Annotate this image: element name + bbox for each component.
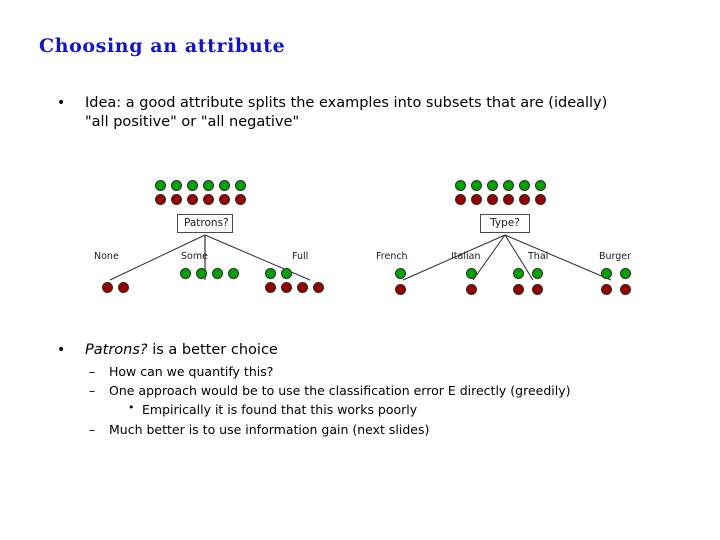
example-negative — [487, 194, 498, 205]
example-negative — [466, 284, 477, 295]
example-positive — [180, 268, 191, 279]
slide-canvas: Choosing an attribute • Idea: a good att… — [0, 0, 720, 540]
sub-bullet-quantify: – How can we quantify this? — [89, 364, 273, 379]
bullet-marker-icon: • — [128, 401, 135, 414]
example-positive — [455, 180, 466, 191]
example-negative — [265, 282, 276, 293]
example-negative — [171, 194, 182, 205]
example-positive — [532, 268, 543, 279]
example-negative — [455, 194, 466, 205]
example-negative — [281, 282, 292, 293]
bullet-marker-icon: • — [57, 342, 66, 358]
example-negative — [235, 194, 246, 205]
sub-bullet-text: How can we quantify this? — [109, 364, 274, 379]
dash-marker-icon: – — [89, 422, 96, 437]
example-negative — [219, 194, 230, 205]
example-negative — [155, 194, 166, 205]
example-positive — [503, 180, 514, 191]
bullet-idea: • Idea: a good attribute splits the exam… — [57, 94, 617, 132]
branch-label-french: French — [376, 251, 408, 262]
sub-bullet-text: Much better is to use information gain (… — [109, 422, 430, 437]
dash-marker-icon: – — [89, 383, 96, 398]
tree-node-type[interactable]: Type? — [480, 214, 530, 233]
example-positive — [601, 268, 612, 279]
example-positive — [535, 180, 546, 191]
example-positive — [228, 268, 239, 279]
branch-label-italian: Italian — [451, 251, 481, 262]
bullet-conclusion-text: Patrons? is a better choice — [85, 341, 617, 360]
emphasis-patrons: Patrons? — [85, 342, 148, 358]
example-negative — [535, 194, 546, 205]
example-positive — [235, 180, 246, 191]
example-negative — [102, 282, 113, 293]
decision-tree-type: Type? French Italian Thai Burger — [368, 168, 658, 303]
example-negative — [601, 284, 612, 295]
example-negative — [519, 194, 530, 205]
sub-sub-bullet-text: Empirically it is found that this works … — [142, 402, 418, 417]
example-negative — [471, 194, 482, 205]
bullet-idea-text: Idea: a good attribute splits the exampl… — [85, 95, 608, 130]
example-positive — [203, 180, 214, 191]
example-negative — [503, 194, 514, 205]
dash-marker-icon: – — [89, 364, 96, 379]
branch-label-full: Full — [292, 251, 309, 262]
sub-bullet-information-gain: – Much better is to use information gain… — [89, 422, 429, 437]
sub-bullet-classification-error: – One approach would be to use the class… — [89, 383, 571, 398]
example-negative — [297, 282, 308, 293]
bullet-marker-icon: • — [57, 95, 66, 111]
example-negative — [620, 284, 631, 295]
bullet-conclusion: • Patrons? is a better choice — [57, 341, 617, 360]
example-positive — [487, 180, 498, 191]
sub-sub-bullet-empirically: • Empirically it is found that this work… — [128, 401, 418, 417]
example-positive — [281, 268, 292, 279]
example-positive — [471, 180, 482, 191]
example-positive — [519, 180, 530, 191]
example-positive — [171, 180, 182, 191]
example-positive — [466, 268, 477, 279]
example-negative — [187, 194, 198, 205]
example-negative — [313, 282, 324, 293]
example-positive — [219, 180, 230, 191]
branch-label-burger: Burger — [599, 251, 632, 262]
example-positive — [513, 268, 524, 279]
example-negative — [532, 284, 543, 295]
decision-tree-patrons: Patrons? None Some Full — [85, 168, 355, 303]
example-positive — [187, 180, 198, 191]
example-negative — [118, 282, 129, 293]
page-title: Choosing an attribute — [39, 35, 286, 57]
conclusion-rest: is a better choice — [147, 342, 278, 358]
example-positive — [155, 180, 166, 191]
tree-node-patrons[interactable]: Patrons? — [177, 214, 233, 233]
branch-label-some: Some — [181, 251, 208, 262]
branch-label-none: None — [94, 251, 119, 262]
example-positive — [620, 268, 631, 279]
example-negative — [203, 194, 214, 205]
example-positive — [212, 268, 223, 279]
branch-label-thai: Thai — [528, 251, 549, 262]
example-positive — [196, 268, 207, 279]
example-positive — [265, 268, 276, 279]
example-negative — [395, 284, 406, 295]
example-positive — [395, 268, 406, 279]
sub-bullet-text: One approach would be to use the classif… — [109, 383, 571, 398]
example-negative — [513, 284, 524, 295]
